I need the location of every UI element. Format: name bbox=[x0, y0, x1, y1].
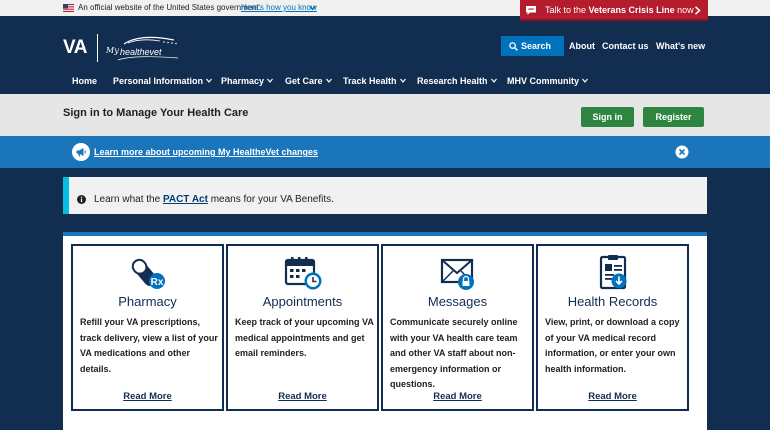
nav-mhv-community[interactable]: MHV Community bbox=[507, 76, 588, 86]
card-description: Refill your VA prescriptions, track deli… bbox=[80, 317, 218, 374]
about-link[interactable]: About bbox=[569, 41, 595, 51]
pact-act-text: Learn what the PACT Act means for your V… bbox=[94, 194, 334, 205]
nav-pharmacy[interactable]: Pharmacy bbox=[221, 76, 273, 86]
messages-read-more-link[interactable]: Read More bbox=[383, 391, 532, 402]
chevron-down-icon bbox=[267, 78, 273, 83]
card-description: Keep track of your upcoming VA medical a… bbox=[235, 317, 374, 358]
appointments-read-more-link[interactable]: Read More bbox=[228, 391, 377, 402]
speech-bubble-icon bbox=[526, 6, 536, 15]
search-button-label: Search bbox=[521, 41, 552, 51]
svg-text:Rx: Rx bbox=[150, 277, 163, 288]
megaphone-icon bbox=[72, 143, 90, 161]
card-description: View, print, or download a copy of your … bbox=[545, 317, 680, 374]
mhv-changes-link[interactable]: Learn more about upcoming My HealtheVet … bbox=[94, 147, 318, 157]
chevron-down-icon bbox=[399, 78, 406, 83]
chevron-down-icon bbox=[582, 78, 588, 83]
card-title: Messages bbox=[427, 294, 488, 309]
info-icon bbox=[77, 195, 86, 204]
nav-home[interactable]: Home bbox=[72, 76, 97, 86]
envelope-lock-icon bbox=[440, 258, 474, 290]
contact-us-link[interactable]: Contact us bbox=[602, 41, 649, 51]
search-button[interactable]: Search bbox=[501, 36, 564, 56]
gov-banner-text: An official website of the United States… bbox=[78, 3, 262, 12]
whats-new-link[interactable]: What's new bbox=[656, 41, 705, 51]
chevron-right-icon bbox=[694, 6, 701, 15]
health-records-read-more-link[interactable]: Read More bbox=[538, 391, 687, 402]
chevron-down-icon bbox=[206, 78, 212, 83]
chevron-down-icon[interactable] bbox=[309, 5, 316, 11]
health-records-card: Health Records View, print, or download … bbox=[536, 244, 689, 411]
sign-in-button[interactable]: Sign in bbox=[581, 107, 634, 127]
pill-bottle-icon: Rx bbox=[131, 258, 165, 289]
heres-how-you-know-link[interactable]: Here's how you know bbox=[241, 3, 317, 12]
search-icon bbox=[509, 42, 518, 51]
medical-record-icon bbox=[599, 255, 626, 290]
logo-my-text: My bbox=[106, 46, 119, 55]
chevron-down-icon bbox=[325, 78, 332, 83]
card-title: Appointments bbox=[262, 294, 343, 309]
logo-healthevet-text: healthevet bbox=[120, 47, 162, 57]
veterans-crisis-line-button[interactable]: Talk to the Veterans Crisis Line now bbox=[520, 0, 708, 21]
card-title: Pharmacy bbox=[118, 294, 177, 309]
my-healthevet-logo[interactable]: My healthevet bbox=[104, 34, 184, 62]
nav-track-health[interactable]: Track Health bbox=[343, 76, 406, 86]
va-logo[interactable]: VA bbox=[63, 37, 87, 59]
pharmacy-card: Rx Pharmacy Refill your VA prescriptions… bbox=[71, 244, 224, 411]
appointments-card: Appointments Keep track of your upcoming… bbox=[226, 244, 379, 411]
pharmacy-read-more-link[interactable]: Read More bbox=[73, 391, 222, 402]
us-flag-icon bbox=[63, 4, 74, 12]
close-icon[interactable] bbox=[675, 145, 689, 159]
messages-card: Messages Communicate securely online wit… bbox=[381, 244, 534, 411]
calendar-clock-icon bbox=[284, 257, 321, 290]
card-description: Communicate securely online with your VA… bbox=[390, 317, 518, 389]
pact-act-link[interactable]: PACT Act bbox=[163, 194, 208, 205]
crisis-line-text: Talk to the Veterans Crisis Line now bbox=[545, 5, 694, 15]
signin-title: Sign in to Manage Your Health Care bbox=[63, 107, 249, 119]
nav-personal-information[interactable]: Personal Information bbox=[113, 76, 212, 86]
register-button[interactable]: Register bbox=[643, 107, 704, 127]
chevron-down-icon bbox=[490, 78, 497, 83]
card-title: Health Records bbox=[567, 294, 658, 309]
nav-research-health[interactable]: Research Health bbox=[417, 76, 497, 86]
nav-get-care[interactable]: Get Care bbox=[285, 76, 332, 86]
logo-divider bbox=[97, 34, 98, 62]
